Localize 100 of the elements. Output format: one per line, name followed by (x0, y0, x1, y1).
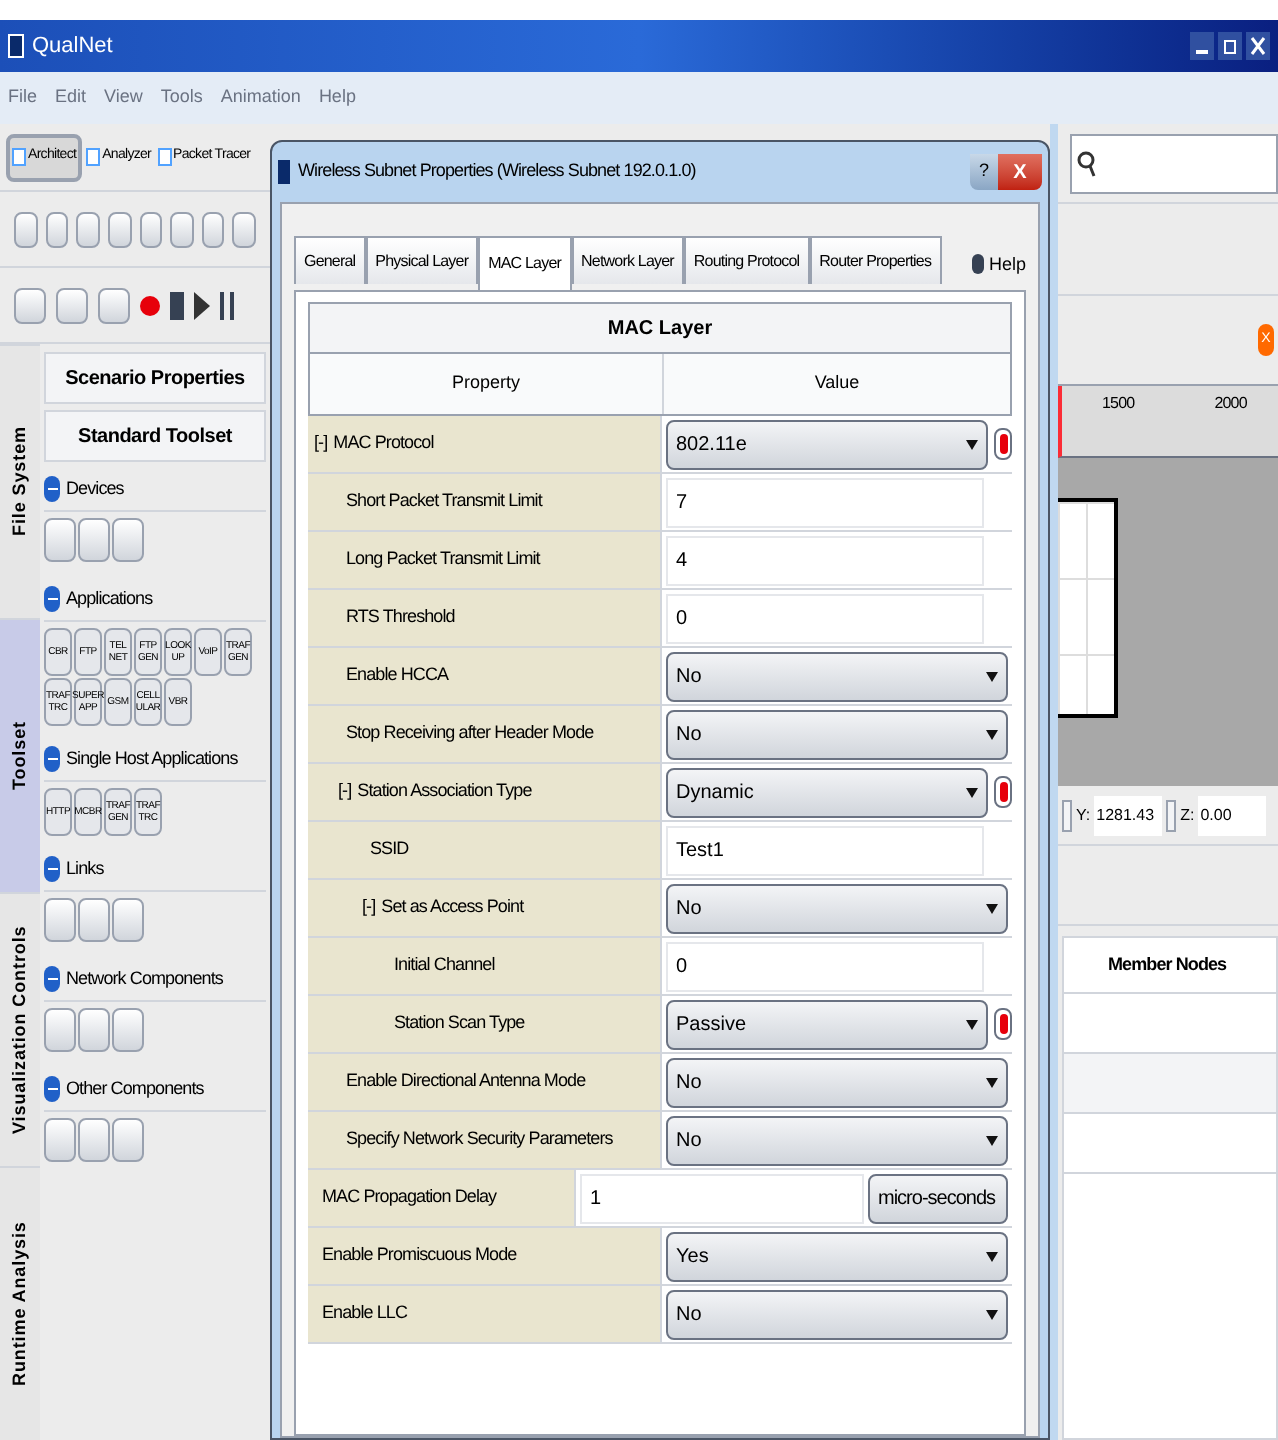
pause-icon[interactable] (220, 291, 234, 319)
value-dropdown[interactable]: 802.11e (666, 419, 988, 469)
value-dropdown[interactable]: No (666, 1057, 1008, 1107)
dialog-tab[interactable]: Physical Layer (365, 236, 479, 284)
toolbar-icon[interactable] (14, 287, 46, 323)
menu-item[interactable]: Help (318, 84, 356, 112)
caret-icon (986, 1251, 998, 1261)
tree-toggle[interactable]: [-] (362, 894, 376, 922)
menu-item[interactable]: Animation (220, 84, 301, 112)
coordinate-field[interactable]: 0.00 (1198, 795, 1267, 835)
reset-icon[interactable] (994, 428, 1012, 460)
device-icon[interactable] (44, 1118, 76, 1162)
column-header: Property (310, 354, 664, 414)
property-label: Enable Promiscuous Mode (322, 1242, 517, 1269)
property-label: Short Packet Transmit Limit (346, 488, 542, 515)
column-header: Value (664, 354, 1010, 414)
value-field[interactable]: 0 (666, 941, 984, 991)
menu-item[interactable]: Tools (160, 84, 203, 112)
value-dropdown[interactable]: No (666, 651, 1008, 701)
device-icon[interactable] (112, 518, 144, 562)
close-button[interactable]: X (998, 154, 1042, 190)
caret-icon (986, 1135, 998, 1145)
value-field[interactable]: 4 (666, 535, 984, 585)
coordinate-label: Y: (1076, 803, 1091, 827)
device-icon[interactable] (112, 898, 144, 942)
toolbar-icon[interactable] (45, 211, 69, 247)
dialog-tab[interactable]: Router Properties (809, 236, 942, 284)
menu-item[interactable]: File (8, 84, 38, 112)
menu-item[interactable]: Edit (55, 84, 87, 112)
reset-icon[interactable] (994, 1008, 1012, 1040)
spinner-icon[interactable] (1166, 799, 1177, 831)
dialog-tab[interactable]: Network Layer (571, 236, 684, 284)
collapse-icon[interactable] (44, 966, 60, 992)
property-label: Stop Receiving after Header Mode (346, 720, 594, 747)
side-tab[interactable]: Visualization Controls (0, 892, 40, 1166)
device-icon[interactable] (78, 1008, 110, 1052)
dialog-tab[interactable]: General (294, 236, 366, 284)
device-icon[interactable] (78, 518, 110, 562)
toolbar-icon[interactable] (14, 211, 38, 247)
caret-icon (986, 1077, 998, 1087)
property-label: Station Scan Type (394, 1010, 525, 1037)
side-tab[interactable]: File System (0, 344, 40, 618)
unit-dropdown[interactable]: micro-seconds (868, 1173, 1008, 1223)
property-label: MAC Propagation Delay (322, 1184, 497, 1211)
tree-toggle[interactable]: [-] (314, 430, 328, 458)
device-icon[interactable] (112, 1118, 144, 1162)
dialog-tab[interactable]: MAC Layer (478, 236, 572, 290)
value-dropdown[interactable]: No (666, 1289, 1008, 1339)
reset-icon[interactable] (994, 776, 1012, 808)
toolbar-icon[interactable] (232, 211, 256, 247)
dialog-tab[interactable]: Routing Protocol (683, 236, 810, 284)
device-icon[interactable] (44, 1008, 76, 1052)
toolset-header: Standard Toolset (44, 410, 266, 462)
help-link[interactable]: Help (988, 251, 1026, 278)
property-label: Enable Directional Antenna Mode (346, 1068, 586, 1095)
value-dropdown[interactable]: No (666, 1115, 1008, 1165)
toolbar-icon[interactable] (139, 211, 163, 247)
collapse-icon[interactable] (44, 746, 60, 772)
value-dropdown[interactable]: No (666, 883, 1008, 933)
coordinate-field[interactable]: 1281.43 (1094, 795, 1163, 835)
value-field[interactable]: 0 (666, 593, 984, 643)
spinner-icon[interactable] (1062, 799, 1072, 831)
column-header: Member Nodes (1064, 938, 1276, 994)
restore-icon[interactable] (1218, 32, 1242, 60)
collapse-icon[interactable] (44, 476, 60, 502)
play-icon[interactable] (194, 291, 210, 319)
property-label: RTS Threshold (346, 604, 455, 631)
device-icon[interactable] (78, 898, 110, 942)
scenario-properties-button[interactable]: Scenario Properties (44, 352, 266, 404)
tree-toggle[interactable]: [-] (338, 778, 352, 806)
value-dropdown[interactable]: Yes (666, 1231, 1008, 1281)
device-icon[interactable] (44, 518, 76, 562)
menu-item[interactable]: View (104, 84, 143, 112)
toolbar-icon[interactable] (201, 211, 225, 247)
toolbar-icon[interactable] (107, 211, 131, 247)
side-tab[interactable]: Toolset (0, 618, 40, 892)
minimize-icon[interactable] (1190, 32, 1214, 60)
device-icon[interactable] (78, 1118, 110, 1162)
toolbar-icon[interactable] (170, 211, 194, 247)
section-title: Applications (66, 585, 153, 612)
close-icon[interactable] (1246, 32, 1270, 60)
caret-icon (966, 439, 978, 449)
collapse-icon[interactable] (44, 1076, 60, 1102)
property-label: Initial Channel (394, 952, 495, 979)
side-tab[interactable]: Runtime Analysis (0, 1166, 40, 1440)
device-icon[interactable] (44, 898, 76, 942)
caret-icon (986, 671, 998, 681)
search-field[interactable] (1070, 133, 1278, 193)
collapse-icon[interactable] (44, 586, 60, 612)
help-button[interactable]: ? (970, 154, 998, 190)
value-field[interactable]: Test1 (666, 825, 984, 875)
collapse-icon[interactable] (44, 856, 60, 882)
value-dropdown[interactable]: No (666, 709, 1008, 759)
value-field[interactable]: 1 (580, 1173, 864, 1223)
device-icon[interactable] (112, 1008, 144, 1052)
value-field[interactable]: 7 (666, 477, 984, 527)
value-dropdown[interactable]: Dynamic (666, 767, 988, 817)
toolbar-icon[interactable] (76, 211, 100, 247)
record-icon[interactable] (140, 295, 160, 315)
value-dropdown[interactable]: Passive (666, 999, 988, 1049)
